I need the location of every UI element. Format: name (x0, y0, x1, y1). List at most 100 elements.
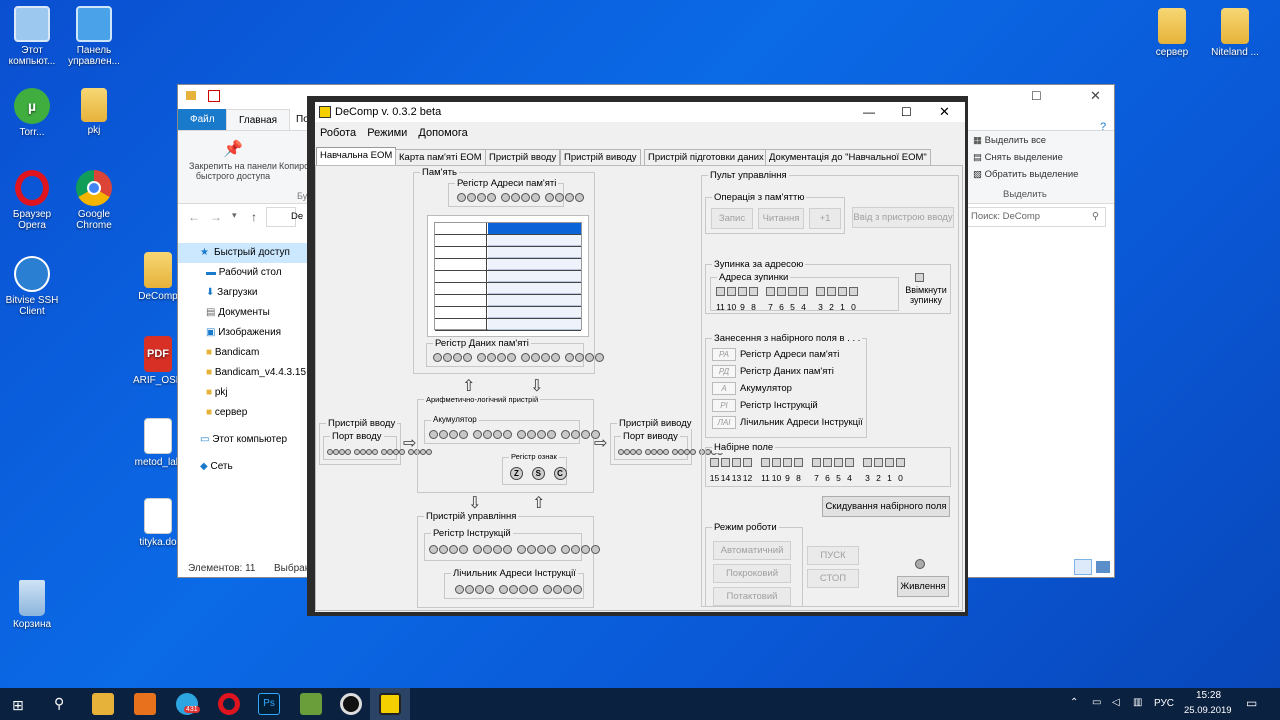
deselect-button[interactable]: ▤ Снять выделение (973, 152, 1063, 163)
nav-item-downloads[interactable]: ⬇ Загрузки (206, 287, 257, 298)
toggle-switch[interactable] (743, 458, 752, 467)
copy-label[interactable]: Копиро (279, 161, 309, 171)
bit-switch[interactable]: 9 (782, 458, 793, 483)
tray-date[interactable]: 25.09.2019 (1184, 705, 1232, 716)
toggle-switch[interactable] (749, 287, 758, 296)
memory-value-cell[interactable] (488, 295, 581, 306)
taskbar-decomp-active[interactable] (370, 688, 410, 720)
memory-address-cell[interactable] (435, 259, 487, 270)
memory-address-cell[interactable] (435, 223, 487, 234)
bit-switch[interactable]: 14 (720, 458, 731, 483)
up-icon[interactable]: ↑ (251, 210, 257, 224)
memory-value-cell[interactable] (488, 223, 581, 234)
bit-switch[interactable]: 6 (822, 458, 833, 483)
details-view-icon[interactable] (1074, 559, 1092, 575)
taskbar-explorer-icon[interactable] (92, 693, 114, 715)
start-button[interactable]: ПУСК (807, 546, 859, 565)
desktop-icon-server[interactable]: сервер (1140, 8, 1204, 58)
close-icon[interactable]: ✕ (939, 102, 950, 122)
tray-language[interactable]: РУС (1154, 698, 1174, 709)
help-icon[interactable]: ? (1100, 121, 1106, 133)
increment-button[interactable]: +1 (809, 208, 841, 229)
toggle-switch[interactable] (777, 287, 786, 296)
action-center-icon[interactable]: ▭ (1246, 696, 1257, 710)
search-icon[interactable]: ⚲ (54, 695, 64, 712)
tray-battery-icon[interactable]: ▭ (1092, 697, 1101, 708)
menu-work[interactable]: Робота (320, 127, 356, 139)
maximize-icon[interactable]: ☐ (901, 102, 912, 122)
bit-switch[interactable]: 5 (787, 287, 798, 312)
tray-chevron-icon[interactable]: ⌃ (1070, 697, 1078, 708)
ribbon-tab-home[interactable]: Главная (226, 109, 291, 130)
toggle-switch[interactable] (896, 458, 905, 467)
tab-memory-map[interactable]: Карта пам'яті ЕОМ (395, 149, 486, 165)
bit-switch[interactable]: 12 (742, 458, 753, 483)
taskbar-minecraft-icon[interactable] (300, 693, 322, 715)
tab-training-computer[interactable]: Навчальна ЕОМ (316, 147, 397, 165)
memory-table[interactable] (427, 215, 589, 337)
auto-mode-button[interactable]: Автоматичний (713, 541, 791, 560)
pin-label[interactable]: Закрепить на панели быстрого доступа (183, 161, 283, 181)
nav-item-desktop[interactable]: ▬ Рабочий стол (206, 267, 282, 278)
load-target-button[interactable]: А Акумулятор (712, 382, 792, 395)
tab-data-prep-device[interactable]: Пристрій підготовки даних (644, 149, 768, 165)
bit-switch[interactable]: 8 (748, 287, 759, 312)
read-button[interactable]: Читання (758, 208, 804, 229)
toggle-switch[interactable] (738, 287, 747, 296)
bit-switch[interactable]: 7 (811, 458, 822, 483)
toggle-switch[interactable] (727, 287, 736, 296)
memory-address-cell[interactable] (435, 247, 487, 258)
table-row[interactable] (435, 295, 581, 307)
desktop-icon-pkj[interactable]: pkj (62, 88, 126, 136)
input-from-device-button[interactable]: Ввід з пристрою вводу (852, 207, 954, 228)
toggle-switch[interactable] (845, 458, 854, 467)
taskbar-opera-icon[interactable] (218, 693, 240, 715)
bit-switch[interactable]: 8 (793, 458, 804, 483)
memory-address-cell[interactable] (435, 235, 487, 246)
bit-switch[interactable]: 11 (760, 458, 771, 483)
select-all-button[interactable]: ▦ Выделить все (973, 135, 1046, 146)
memory-address-cell[interactable] (435, 295, 487, 306)
nav-item-quick-access[interactable]: ★ Быстрый доступ (178, 243, 308, 263)
table-row[interactable] (435, 247, 581, 259)
tab-documentation[interactable]: Документація до "Навчальної ЕОМ" (765, 149, 931, 165)
memory-address-cell[interactable] (435, 319, 487, 330)
toggle-switch[interactable] (838, 287, 847, 296)
tact-mode-button[interactable]: Потактовий (713, 587, 791, 606)
toggle-switch[interactable] (716, 287, 725, 296)
desktop-icon-utorrent[interactable]: µ Torr... (0, 88, 64, 138)
tray-volume-icon[interactable]: ◁ (1112, 697, 1120, 708)
bit-switch[interactable]: 9 (737, 287, 748, 312)
memory-value-cell[interactable] (488, 259, 581, 270)
toggle-switch[interactable] (823, 458, 832, 467)
menu-modes[interactable]: Режими (367, 127, 407, 139)
toggle-switch[interactable] (788, 287, 797, 296)
close-icon[interactable]: ✕ (1090, 88, 1101, 104)
bit-switch[interactable]: 4 (844, 458, 855, 483)
bit-switch[interactable]: 7 (765, 287, 776, 312)
tray-network-icon[interactable]: ▥ (1133, 697, 1142, 708)
table-row[interactable] (435, 223, 581, 235)
stop-button[interactable]: СТОП (807, 569, 859, 588)
start-windows-icon[interactable]: ⊞ (12, 697, 24, 714)
load-target-button[interactable]: ЛАІ Лічильник Адреси Інструкції (712, 416, 863, 429)
bit-switch[interactable]: 13 (731, 458, 742, 483)
table-row[interactable] (435, 307, 581, 319)
bit-switch[interactable]: 10 (771, 458, 782, 483)
load-target-button[interactable]: РІ Регістр Інструкцій (712, 399, 818, 412)
toggle-switch[interactable] (794, 458, 803, 467)
toggle-switch[interactable] (812, 458, 821, 467)
toggle-switch[interactable] (761, 458, 770, 467)
menu-help[interactable]: Допомога (418, 127, 467, 139)
toggle-switch[interactable] (863, 458, 872, 467)
desktop-icon-opera[interactable]: Браузер Opera (0, 170, 64, 231)
memory-address-cell[interactable] (435, 307, 487, 318)
toggle-switch[interactable] (885, 458, 894, 467)
step-mode-button[interactable]: Покроковий (713, 564, 791, 583)
desktop-icon-computer[interactable]: Этот компьют... (0, 6, 64, 67)
toggle-switch[interactable] (827, 287, 836, 296)
back-icon[interactable]: ← (188, 210, 200, 224)
toggle-switch[interactable] (799, 287, 808, 296)
toggle-switch[interactable] (849, 287, 858, 296)
toggle-switch[interactable] (766, 287, 775, 296)
